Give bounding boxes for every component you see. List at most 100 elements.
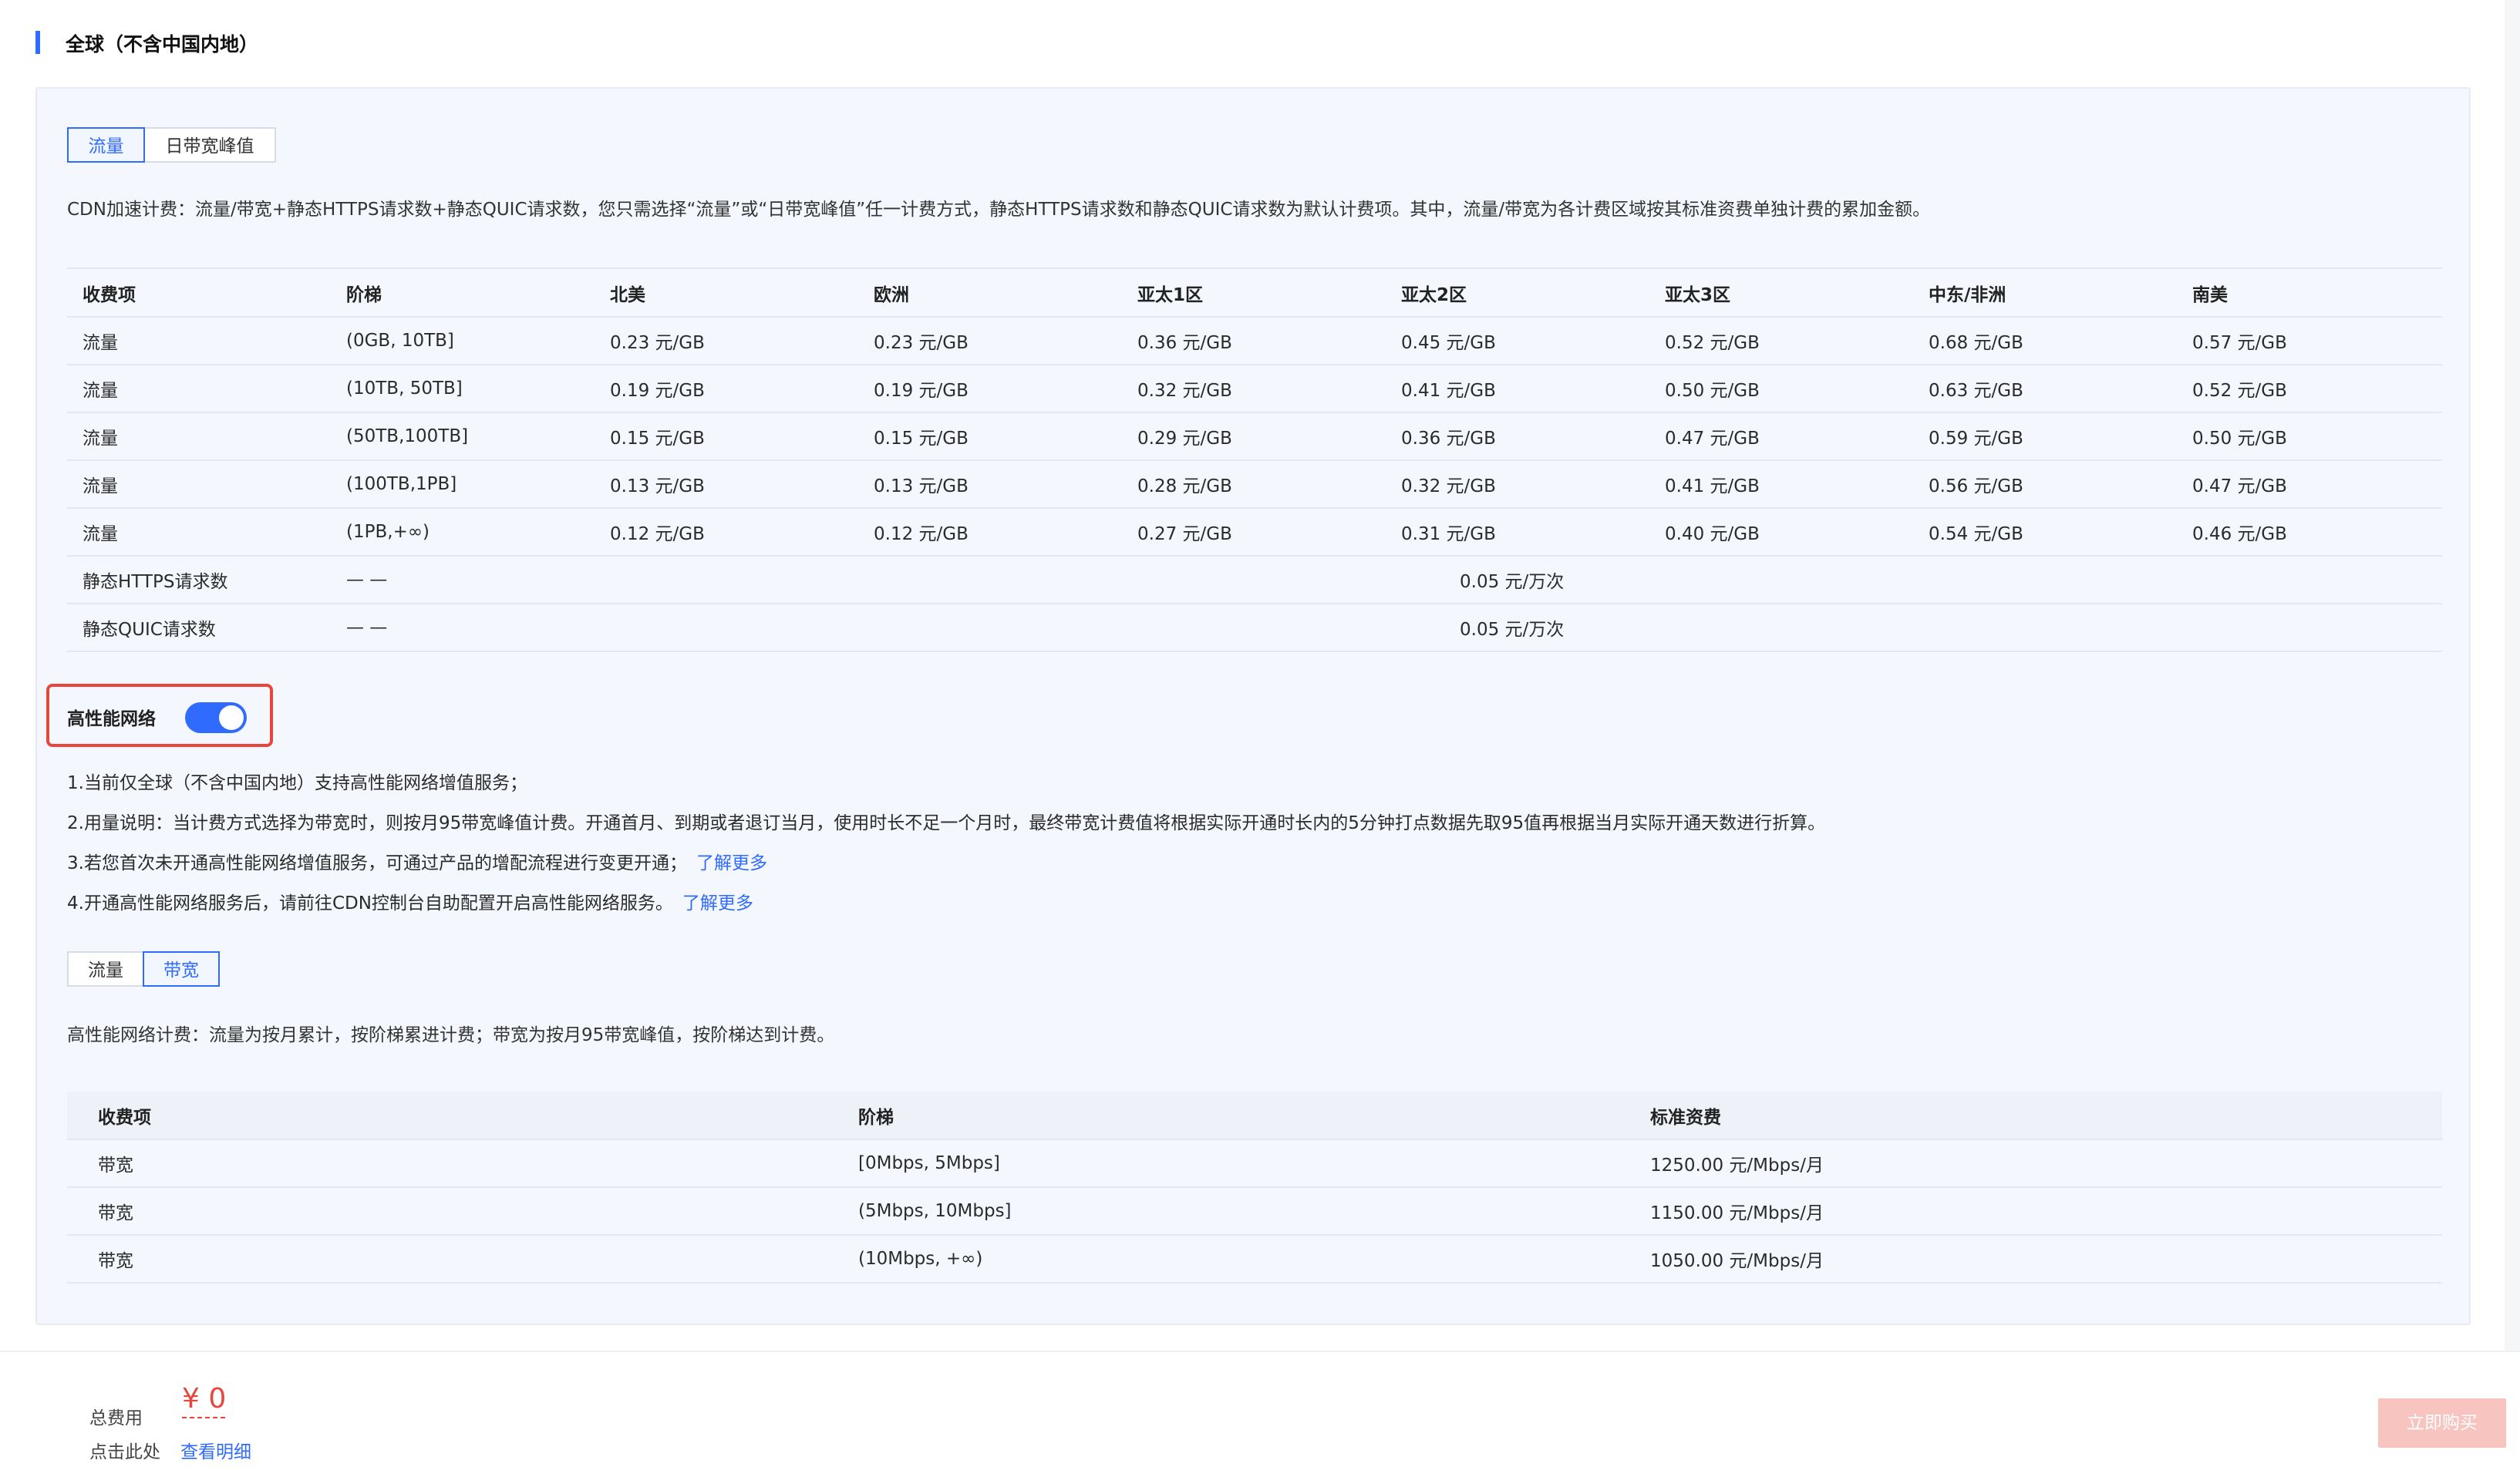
col-header-europe: 欧洲 xyxy=(858,268,1122,318)
hp-billing-description: 高性能网络计费：流量为按月累计，按阶梯累进计费；带宽为按月95带宽峰值，按阶梯达… xyxy=(67,1025,835,1045)
bandwidth-price-table: 收费项 阶梯 标准资费 带宽 [0Mbps, 5Mbps] 1250.00 元/… xyxy=(67,1092,2442,1284)
cell: 流量 xyxy=(67,460,331,509)
col-header-mea: 中东/非洲 xyxy=(1913,268,2177,318)
col-header-apac3: 亚太3区 xyxy=(1649,268,1913,318)
note-4: 4.开通高性能网络服务后，请前往CDN控制台自助配置开启高性能网络服务。 了解更多 xyxy=(67,888,753,914)
cell: 静态HTTPS请求数 xyxy=(67,556,331,604)
toggle-knob xyxy=(219,705,244,730)
cell: 0.31 元/GB xyxy=(1386,508,1649,557)
cell: 0.15 元/GB xyxy=(595,412,858,461)
cell: 0.46 元/GB xyxy=(2177,508,2442,557)
cell: (10Mbps, +∞) xyxy=(843,1235,1635,1284)
table-row-https: 静态HTTPS请求数 — — 0.05 元/万次 xyxy=(67,556,2442,604)
table-row: 流量 (50TB,100TB] 0.15 元/GB 0.15 元/GB 0.29… xyxy=(67,412,2442,461)
table-row: 流量 (1PB,+∞) 0.12 元/GB 0.12 元/GB 0.27 元/G… xyxy=(67,508,2442,557)
view-details-link[interactable]: 查看明细 xyxy=(180,1437,251,1463)
cell: 0.56 元/GB xyxy=(1913,460,2177,509)
cdn-billing-description: CDN加速计费：流量/带宽+静态HTTPS请求数+静态QUIC请求数，您只需选择… xyxy=(67,200,1931,220)
cell: 0.23 元/GB xyxy=(858,317,1122,365)
cell: 0.40 元/GB xyxy=(1649,508,1913,557)
cell: 0.50 元/GB xyxy=(1649,365,1913,413)
cell: [0Mbps, 5Mbps] xyxy=(843,1139,1635,1188)
cell: 0.28 元/GB xyxy=(1122,460,1386,509)
note-2: 2.用量说明：当计费方式选择为带宽时，则按月95带宽峰值计费。开通首月、到期或者… xyxy=(67,808,1825,834)
cell: 0.36 元/GB xyxy=(1386,412,1649,461)
click-here-label: 点击此处 xyxy=(89,1442,160,1462)
cell: 0.19 元/GB xyxy=(858,365,1122,413)
cell: 0.32 元/GB xyxy=(1386,460,1649,509)
col-header-item: 收费项 xyxy=(67,1092,843,1140)
cell: 0.05 元/万次 xyxy=(595,556,2442,604)
cell: 0.54 元/GB xyxy=(1913,508,2177,557)
learn-more-link[interactable]: 了解更多 xyxy=(696,853,767,873)
cell: 0.12 元/GB xyxy=(858,508,1122,557)
tab-traffic[interactable]: 流量 xyxy=(67,127,145,163)
cell: 0.15 元/GB xyxy=(858,412,1122,461)
cell: 0.19 元/GB xyxy=(595,365,858,413)
cell: 流量 xyxy=(67,365,331,413)
col-header-south-america: 南美 xyxy=(2177,268,2442,318)
page-scroll-gutter xyxy=(2505,0,2520,1351)
col-header-apac2: 亚太2区 xyxy=(1386,268,1649,318)
cell: 带宽 xyxy=(67,1139,843,1188)
cell: 流量 xyxy=(67,317,331,365)
table-header-row: 收费项 阶梯 北美 欧洲 亚太1区 亚太2区 亚太3区 中东/非洲 南美 xyxy=(67,268,2442,318)
high-performance-label: 高性能网络 xyxy=(67,709,156,729)
cell: 0.63 元/GB xyxy=(1913,365,2177,413)
table-row-quic: 静态QUIC请求数 — — 0.05 元/万次 xyxy=(67,604,2442,652)
buy-now-button[interactable]: 立即购买 xyxy=(2378,1398,2506,1448)
table-row: 流量 (0GB, 10TB] 0.23 元/GB 0.23 元/GB 0.36 … xyxy=(67,317,2442,365)
table-row: 带宽 (10Mbps, +∞) 1050.00 元/Mbps/月 xyxy=(67,1235,2442,1284)
cell: 1150.00 元/Mbps/月 xyxy=(1635,1187,2442,1236)
tab-daily-peak-bandwidth[interactable]: 日带宽峰值 xyxy=(143,127,276,163)
total-cost-value: ¥ 0 xyxy=(182,1383,227,1415)
col-header-standard-price: 标准资费 xyxy=(1635,1092,2442,1140)
cell: 0.13 元/GB xyxy=(858,460,1122,509)
order-footer xyxy=(0,1351,2520,1477)
note-1: 1.当前仅全球（不含中国内地）支持高性能网络增值服务； xyxy=(67,768,527,794)
col-header-item: 收费项 xyxy=(67,268,331,318)
table-header-row: 收费项 阶梯 标准资费 xyxy=(67,1092,2442,1140)
cell: 带宽 xyxy=(67,1235,843,1284)
cell: 0.47 元/GB xyxy=(1649,412,1913,461)
cell: 0.47 元/GB xyxy=(2177,460,2442,509)
cell: 流量 xyxy=(67,508,331,557)
cell: 1050.00 元/Mbps/月 xyxy=(1635,1235,2442,1284)
cell: 0.29 元/GB xyxy=(1122,412,1386,461)
cell: 0.36 元/GB xyxy=(1122,317,1386,365)
tab-hp-bandwidth[interactable]: 带宽 xyxy=(143,951,220,987)
table-row: 流量 (100TB,1PB] 0.13 元/GB 0.13 元/GB 0.28 … xyxy=(67,460,2442,509)
cell: (1PB,+∞) xyxy=(331,508,595,557)
table-row: 流量 (10TB, 50TB] 0.19 元/GB 0.19 元/GB 0.32… xyxy=(67,365,2442,413)
cell: 0.05 元/万次 xyxy=(595,604,2442,652)
note-text: 2.用量说明：当计费方式选择为带宽时，则按月95带宽峰值计费。开通首月、到期或者… xyxy=(67,813,1826,833)
cell: 0.59 元/GB xyxy=(1913,412,2177,461)
cell: (100TB,1PB] xyxy=(331,460,595,509)
section-accent-bar xyxy=(35,31,40,54)
note-text: 3.若您首次未开通高性能网络增值服务，可通过产品的增配流程进行变更开通； xyxy=(67,853,687,873)
tab-hp-traffic[interactable]: 流量 xyxy=(67,951,144,987)
high-performance-tabs: 流量 带宽 xyxy=(67,951,220,987)
table-row: 带宽 (5Mbps, 10Mbps] 1150.00 元/Mbps/月 xyxy=(67,1187,2442,1236)
section-title: 全球（不含中国内地） xyxy=(66,33,259,56)
cell: 0.41 元/GB xyxy=(1649,460,1913,509)
cell: 0.68 元/GB xyxy=(1913,317,2177,365)
high-performance-toggle[interactable] xyxy=(185,702,247,733)
cell: 0.45 元/GB xyxy=(1386,317,1649,365)
note-3: 3.若您首次未开通高性能网络增值服务，可通过产品的增配流程进行变更开通； 了解更多 xyxy=(67,848,767,874)
table-row: 带宽 [0Mbps, 5Mbps] 1250.00 元/Mbps/月 xyxy=(67,1139,2442,1188)
price-underline xyxy=(182,1417,225,1418)
cell: 带宽 xyxy=(67,1187,843,1236)
cell: 0.13 元/GB xyxy=(595,460,858,509)
billing-mode-tabs: 流量 日带宽峰值 xyxy=(67,127,276,163)
learn-more-link[interactable]: 了解更多 xyxy=(682,893,753,913)
cell: 0.57 元/GB xyxy=(2177,317,2442,365)
note-text: 1.当前仅全球（不含中国内地）支持高性能网络增值服务； xyxy=(67,773,527,793)
cell: 0.52 元/GB xyxy=(1649,317,1913,365)
cell: (50TB,100TB] xyxy=(331,412,595,461)
note-text: 4.开通高性能网络服务后，请前往CDN控制台自助配置开启高性能网络服务。 xyxy=(67,893,673,913)
cell: 流量 xyxy=(67,412,331,461)
col-header-tier: 阶梯 xyxy=(843,1092,1635,1140)
cell: 静态QUIC请求数 xyxy=(67,604,331,652)
col-header-apac1: 亚太1区 xyxy=(1122,268,1386,318)
